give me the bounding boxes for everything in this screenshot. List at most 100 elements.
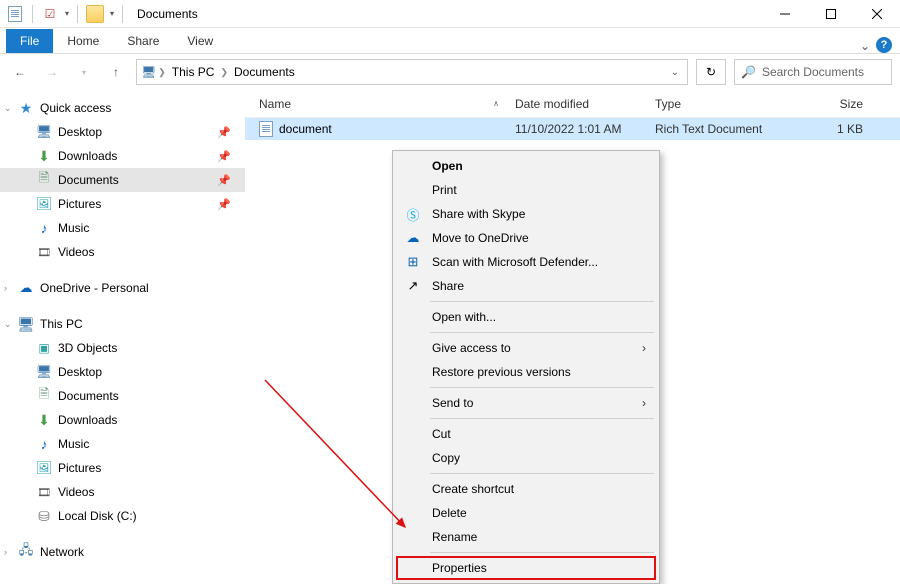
address-dropdown-icon[interactable]: ⌄ bbox=[667, 67, 683, 78]
sidebar-item-downloads2[interactable]: ⬇Downloads bbox=[0, 408, 245, 432]
breadcrumb-thispc[interactable]: This PC bbox=[168, 65, 219, 79]
sidebar-item-pictures[interactable]: 🖼Pictures📌 bbox=[0, 192, 245, 216]
maximize-button[interactable] bbox=[808, 0, 854, 28]
ctx-print[interactable]: Print bbox=[396, 178, 656, 202]
tab-home[interactable]: Home bbox=[53, 29, 113, 53]
document-icon bbox=[6, 5, 24, 23]
search-placeholder: Search Documents bbox=[762, 65, 864, 79]
network-icon: 🖧 bbox=[18, 544, 34, 557]
pin-icon: 📌 bbox=[217, 174, 231, 187]
chevron-right-icon[interactable]: › bbox=[4, 283, 7, 293]
ctx-delete[interactable]: Delete bbox=[396, 501, 656, 525]
chevron-right-icon[interactable]: › bbox=[4, 547, 7, 557]
separator bbox=[430, 552, 654, 553]
submenu-arrow-icon: › bbox=[642, 341, 646, 355]
address-bar[interactable]: 🖥 ❯ This PC ❯ Documents ⌄ bbox=[136, 59, 688, 85]
column-size[interactable]: Size bbox=[771, 97, 871, 111]
separator bbox=[430, 301, 654, 302]
separator bbox=[430, 332, 654, 333]
close-button[interactable] bbox=[854, 0, 900, 28]
column-headers: Name∧ Date modified Type Size bbox=[245, 90, 900, 118]
breadcrumb-documents[interactable]: Documents bbox=[230, 65, 299, 79]
navigation-pane[interactable]: ⌄ ★ Quick access 🖥Desktop📌 ⬇Downloads📌 🗎… bbox=[0, 90, 245, 557]
nav-recent-dropdown[interactable]: ▾ bbox=[72, 60, 96, 84]
document-folder-icon: 🗎 bbox=[36, 172, 52, 188]
share-icon: ↗ bbox=[404, 278, 422, 294]
sidebar-item-desktop[interactable]: 🖥Desktop📌 bbox=[0, 120, 245, 144]
sidebar-item-desktop2[interactable]: 🖥Desktop bbox=[0, 360, 245, 384]
nav-forward-button[interactable]: → bbox=[40, 60, 64, 84]
separator bbox=[430, 473, 654, 474]
sidebar-item-videos[interactable]: 🎞Videos bbox=[0, 240, 245, 264]
ctx-share[interactable]: ↗Share bbox=[396, 274, 656, 298]
sidebar-thispc[interactable]: ⌄🖥This PC bbox=[0, 312, 245, 336]
refresh-button[interactable]: ↻ bbox=[696, 59, 726, 85]
sidebar-item-documents[interactable]: 🗎Documents📌 bbox=[0, 168, 245, 192]
minimize-button[interactable] bbox=[762, 0, 808, 28]
window-title: Documents bbox=[137, 7, 198, 21]
file-date: 11/10/2022 1:01 AM bbox=[507, 122, 647, 136]
ribbon-tabs: File Home Share View ⌄ ? bbox=[0, 28, 900, 54]
sidebar-item-downloads[interactable]: ⬇Downloads📌 bbox=[0, 144, 245, 168]
expand-ribbon-icon[interactable]: ⌄ bbox=[854, 39, 876, 53]
ctx-sendto[interactable]: Send to› bbox=[396, 391, 656, 415]
sidebar-onedrive[interactable]: ›☁OneDrive - Personal bbox=[0, 276, 245, 300]
column-name[interactable]: Name∧ bbox=[245, 97, 507, 111]
file-row[interactable]: document 11/10/2022 1:01 AM Rich Text Do… bbox=[245, 118, 900, 140]
file-name: document bbox=[279, 122, 332, 136]
ctx-cut[interactable]: Cut bbox=[396, 422, 656, 446]
ctx-open[interactable]: Open bbox=[396, 154, 656, 178]
sidebar-item-music2[interactable]: ♪Music bbox=[0, 432, 245, 456]
desktop-icon: 🖥 bbox=[36, 124, 52, 140]
download-icon: ⬇ bbox=[36, 148, 52, 164]
ctx-restore[interactable]: Restore previous versions bbox=[396, 360, 656, 384]
ctx-shortcut[interactable]: Create shortcut bbox=[396, 477, 656, 501]
desktop-icon: 🖥 bbox=[36, 364, 52, 380]
chevron-down-icon[interactable]: ⌄ bbox=[4, 103, 12, 114]
sidebar-quick-access[interactable]: ⌄ ★ Quick access bbox=[0, 96, 245, 120]
titlebar: ☑ ▾ ▾ Documents bbox=[0, 0, 900, 28]
shield-icon: ⊞ bbox=[404, 254, 422, 270]
ctx-giveaccess[interactable]: Give access to› bbox=[396, 336, 656, 360]
sidebar-item-cdrive[interactable]: ⛁Local Disk (C:) bbox=[0, 504, 245, 528]
ctx-copy[interactable]: Copy bbox=[396, 446, 656, 470]
properties-check-icon[interactable]: ☑ bbox=[41, 5, 59, 23]
chevron-down-icon[interactable]: ⌄ bbox=[4, 319, 12, 330]
ctx-skype[interactable]: ⓈShare with Skype bbox=[396, 202, 656, 226]
ctx-properties[interactable]: Properties bbox=[396, 556, 656, 580]
cloud-icon: ☁ bbox=[404, 230, 422, 246]
chevron-right-icon[interactable]: ❯ bbox=[220, 67, 228, 78]
ctx-onedrive[interactable]: ☁Move to OneDrive bbox=[396, 226, 656, 250]
search-box[interactable]: 🔍 Search Documents bbox=[734, 59, 892, 85]
separator bbox=[430, 387, 654, 388]
sidebar-item-music[interactable]: ♪Music bbox=[0, 216, 245, 240]
context-menu: Open Print ⓈShare with Skype ☁Move to On… bbox=[392, 150, 660, 584]
video-icon: 🎞 bbox=[36, 484, 52, 500]
sidebar-network[interactable]: ›🖧Network bbox=[0, 540, 245, 557]
document-folder-icon: 🗎 bbox=[36, 388, 52, 404]
folder-dropdown-icon[interactable]: ▾ bbox=[110, 9, 114, 18]
search-icon: 🔍 bbox=[741, 65, 756, 79]
sidebar-item-pictures2[interactable]: 🖼Pictures bbox=[0, 456, 245, 480]
qat-dropdown-icon[interactable]: ▾ bbox=[65, 9, 69, 18]
ctx-openwith[interactable]: Open with... bbox=[396, 305, 656, 329]
help-button[interactable]: ? bbox=[876, 37, 892, 53]
sidebar-item-videos2[interactable]: 🎞Videos bbox=[0, 480, 245, 504]
chevron-right-icon[interactable]: ❯ bbox=[158, 67, 166, 78]
submenu-arrow-icon: › bbox=[642, 396, 646, 410]
sidebar-item-3dobjects[interactable]: ▣3D Objects bbox=[0, 336, 245, 360]
sidebar-item-documents2[interactable]: 🗎Documents bbox=[0, 384, 245, 408]
file-size: 1 KB bbox=[771, 122, 871, 136]
tab-share[interactable]: Share bbox=[113, 29, 173, 53]
tab-view[interactable]: View bbox=[173, 29, 227, 53]
nav-up-button[interactable]: ↑ bbox=[104, 60, 128, 84]
pin-icon: 📌 bbox=[217, 126, 231, 139]
separator bbox=[430, 418, 654, 419]
rtf-file-icon bbox=[259, 121, 273, 137]
column-type[interactable]: Type bbox=[647, 97, 771, 111]
ctx-rename[interactable]: Rename bbox=[396, 525, 656, 549]
nav-back-button[interactable]: ← bbox=[8, 60, 32, 84]
ctx-defender[interactable]: ⊞Scan with Microsoft Defender... bbox=[396, 250, 656, 274]
tab-file[interactable]: File bbox=[6, 29, 53, 53]
column-date[interactable]: Date modified bbox=[507, 97, 647, 111]
